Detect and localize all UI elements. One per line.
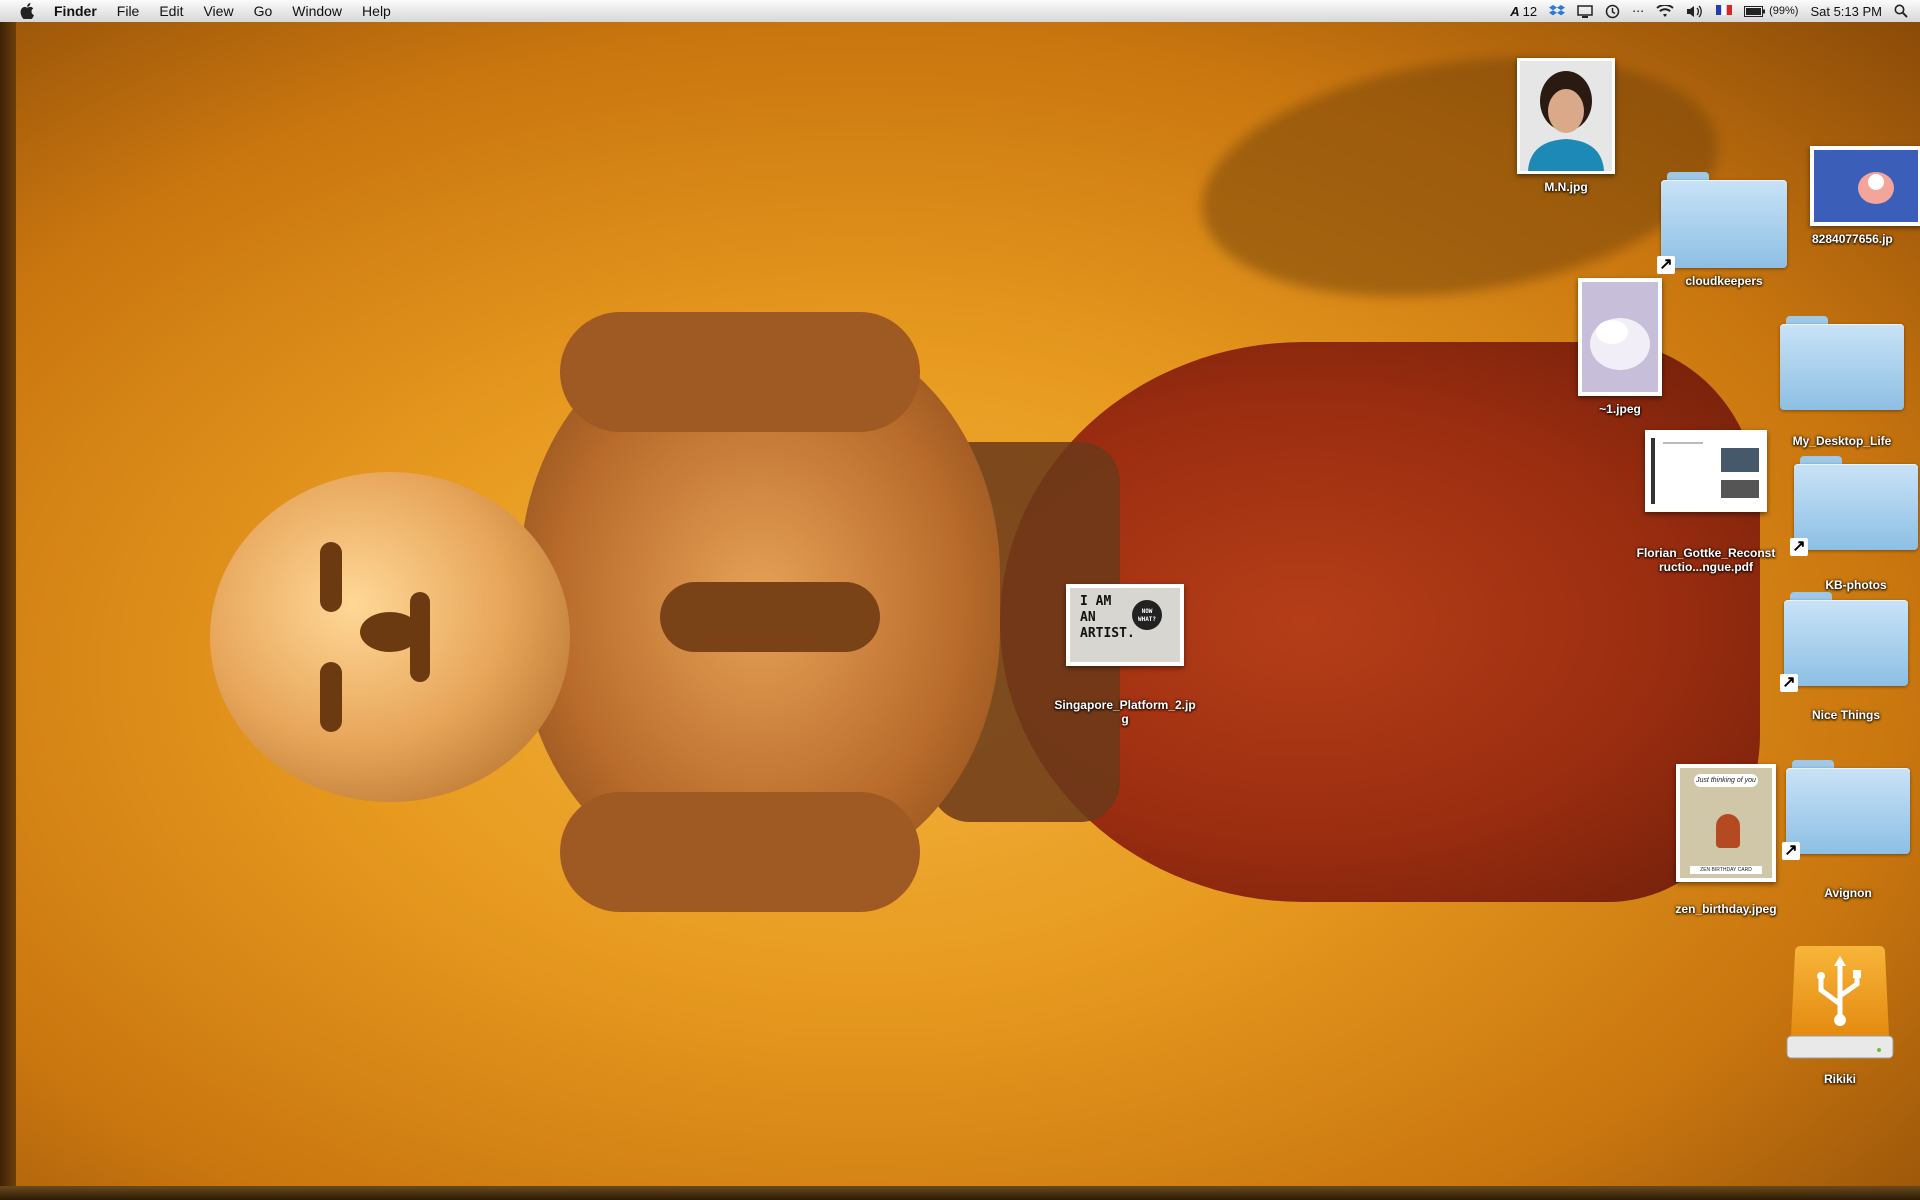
zen-card-caption: ZEN BIRTHDAY CARD — [1690, 866, 1762, 874]
wallpaper-statue-head — [210, 472, 570, 802]
alias-arrow-icon: ↗ — [1780, 674, 1798, 692]
icon-label: Florian_Gottke_Reconstructio...ngue.pdf — [1636, 546, 1776, 574]
artist-card-bubble: NOW WHAT? — [1132, 600, 1162, 630]
artist-card-thumbnail: I AM AN ARTIST. NOW WHAT? — [1066, 584, 1184, 666]
desktop-icon-zen-birthday[interactable]: Just thinking of you ZEN BIRTHDAY CARD z… — [1656, 764, 1796, 916]
desktop-icon-tilde1-jpeg[interactable]: ~1.jpeg — [1550, 278, 1690, 416]
desktop-icon-rikiki[interactable]: Rikiki — [1770, 946, 1910, 1086]
menu-bar: Finder File Edit View Go Window Help A 1… — [0, 0, 1920, 23]
usb-drive-icon — [1785, 946, 1895, 1064]
desktop-icon-nice-things[interactable]: ↗ Nice Things — [1776, 592, 1916, 722]
bluetooth-icon[interactable]: ⋯ — [1632, 4, 1644, 18]
alias-arrow-icon: ↗ — [1657, 256, 1675, 274]
folder-icon — [1780, 316, 1904, 410]
font-icon: A — [1510, 3, 1520, 19]
spotlight-search-icon[interactable] — [1894, 4, 1908, 18]
icon-label: ~1.jpeg — [1599, 402, 1641, 416]
desktop-icon-mn-jpg[interactable]: M.N.jpg — [1496, 58, 1636, 194]
menu-app-finder[interactable]: Finder — [54, 3, 107, 19]
menu-file[interactable]: File — [107, 3, 150, 19]
font-status[interactable]: A 12 — [1510, 4, 1537, 19]
icon-label: Nice Things — [1811, 708, 1880, 722]
alias-arrow-icon: ↗ — [1782, 842, 1800, 860]
zen-card-thumbnail: Just thinking of you ZEN BIRTHDAY CARD — [1676, 764, 1776, 882]
menu-view[interactable]: View — [193, 3, 243, 19]
desktop-icon-florian-pdf[interactable]: Florian_Gottke_Reconstructio...ngue.pdf — [1636, 430, 1776, 574]
battery-status[interactable]: (99%) — [1744, 5, 1798, 17]
artist-card-line3: ARTIST. — [1080, 626, 1135, 641]
desktop-icon-kb-photos[interactable]: ↗ KB-photos — [1786, 456, 1920, 592]
battery-icon — [1744, 5, 1766, 17]
desktop-icon-8284077656[interactable]: 8284077656.jp — [1790, 146, 1920, 246]
zen-card-bubble: Just thinking of you — [1694, 774, 1758, 787]
input-source-flag-icon[interactable] — [1716, 4, 1733, 18]
artist-card-line1: I AM — [1080, 594, 1112, 609]
sky-photo-thumbnail — [1810, 146, 1920, 226]
folder-icon: ↗ — [1790, 456, 1918, 556]
pdf-thumbnail — [1645, 430, 1767, 512]
clock[interactable]: Sat 5:13 PM — [1810, 4, 1882, 19]
battery-percent: (99%) — [1769, 5, 1799, 17]
artist-card-line2: AN — [1080, 610, 1096, 625]
wallpaper-statue-hands — [660, 582, 880, 652]
display-icon[interactable] — [1577, 4, 1593, 18]
menu-edit[interactable]: Edit — [149, 3, 193, 19]
portrait-thumbnail — [1517, 58, 1615, 174]
clouds-thumbnail — [1578, 278, 1662, 396]
icon-label: Avignon — [1824, 886, 1872, 900]
desktop-icon-cloudkeepers[interactable]: ↗ cloudkeepers — [1654, 172, 1794, 288]
icon-label: zen_birthday.jpeg — [1675, 902, 1777, 916]
time-machine-icon[interactable] — [1605, 4, 1620, 19]
folder-icon: ↗ — [1657, 172, 1787, 274]
font-count: 12 — [1522, 3, 1538, 19]
menu-window[interactable]: Window — [282, 3, 352, 19]
icon-label: KB-photos — [1825, 578, 1887, 592]
menu-help[interactable]: Help — [352, 3, 401, 19]
icon-label: M.N.jpg — [1544, 180, 1588, 194]
wifi-icon[interactable] — [1656, 4, 1674, 18]
desktop-icon-avignon[interactable]: ↗ Avignon — [1778, 760, 1918, 900]
icon-label: Singapore_Platform_2.jpg — [1054, 698, 1196, 726]
apple-menu-icon[interactable] — [20, 2, 36, 20]
dropbox-icon[interactable] — [1549, 4, 1566, 18]
folder-icon: ↗ — [1782, 760, 1910, 860]
alias-arrow-icon: ↗ — [1790, 538, 1808, 556]
folder-icon: ↗ — [1780, 592, 1908, 692]
desktop-wallpaper — [0, 22, 1920, 1200]
desktop-icon-my-desktop-life[interactable]: My_Desktop_Life — [1772, 316, 1912, 448]
icon-label: Rikiki — [1823, 1072, 1856, 1086]
icon-label: 8284077656.jp — [1812, 232, 1893, 246]
menu-go[interactable]: Go — [244, 3, 283, 19]
volume-icon[interactable] — [1686, 5, 1704, 18]
icon-label: My_Desktop_Life — [1792, 434, 1892, 448]
desktop-icon-singapore-platform[interactable]: I AM AN ARTIST. NOW WHAT? Singapore_Plat… — [1054, 584, 1196, 726]
